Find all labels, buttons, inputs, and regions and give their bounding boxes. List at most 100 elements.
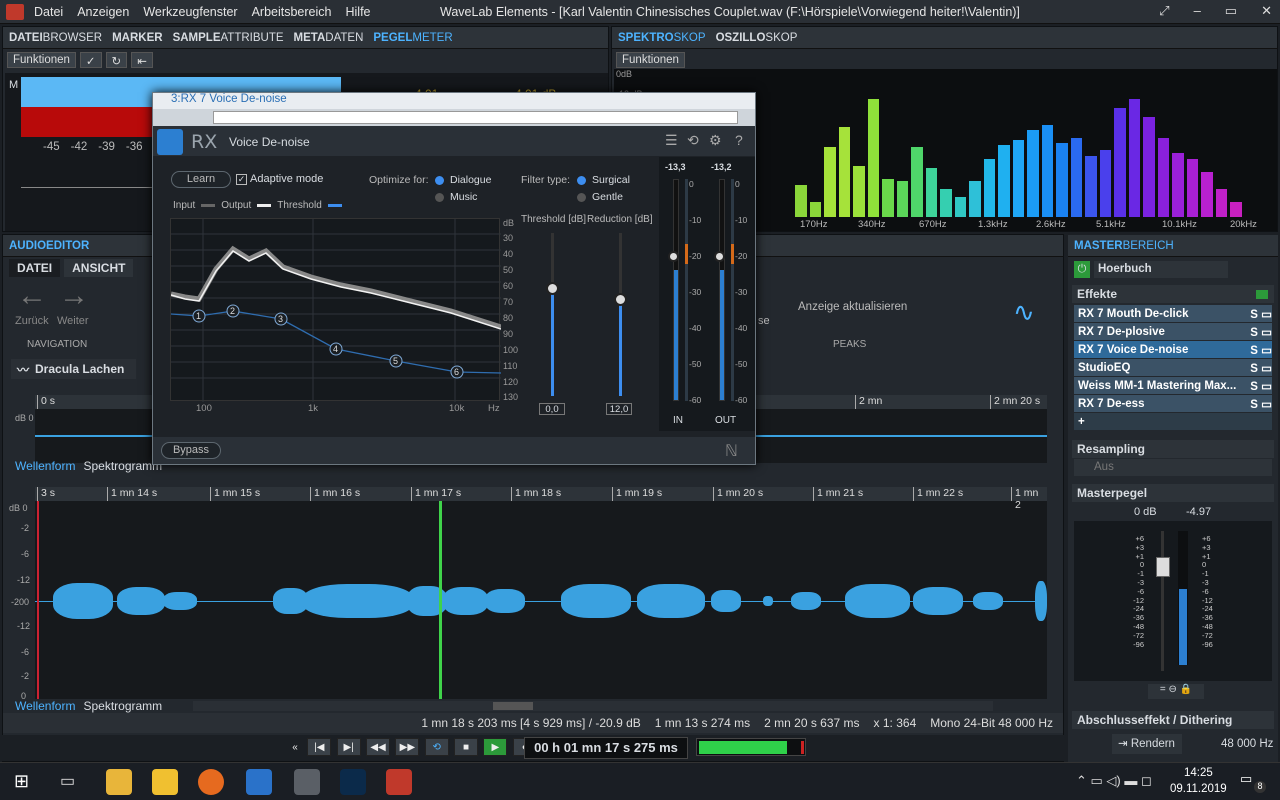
tab-spektrogramm-overview[interactable]: Spektrogramm — [83, 459, 162, 473]
tab-pegelmeter[interactable]: PEGELMETER — [373, 32, 452, 44]
reset-icon[interactable]: ⇤ — [131, 52, 153, 68]
rendern-button[interactable]: ⇥ Rendern — [1112, 734, 1182, 754]
forward-arrow-icon[interactable]: → — [59, 279, 89, 313]
tab-wellenform-overview[interactable]: Wellenform — [15, 459, 75, 473]
opt-music[interactable]: Music — [435, 191, 477, 203]
node-3[interactable]: 3 — [278, 314, 283, 324]
clock-app-icon[interactable] — [294, 769, 320, 795]
add-fx-button[interactable]: + — [1074, 413, 1272, 430]
out-gain-knob[interactable] — [714, 251, 725, 262]
threshold-knob[interactable] — [546, 282, 559, 295]
effekte-toggle-icon[interactable] — [1256, 289, 1268, 299]
minimize-icon[interactable]: – — [1194, 3, 1201, 19]
status-position[interactable]: 1 mn 18 s 203 ms [4 s 929 ms] / -20.9 dB — [421, 716, 640, 730]
in-gain-knob[interactable] — [668, 251, 679, 262]
menu-anzeigen[interactable]: Anzeigen — [77, 5, 129, 19]
resampling-value[interactable]: Aus — [1074, 459, 1272, 476]
master-channel-buttons[interactable]: = ⊖ 🔒 — [1148, 684, 1204, 699]
threshold-slider[interactable] — [546, 233, 559, 396]
reduction-knob[interactable] — [614, 293, 627, 306]
tab-marker[interactable]: MARKER — [112, 32, 162, 44]
reduction-slider[interactable] — [614, 233, 627, 396]
preset-name[interactable]: Hoerbuch — [1094, 261, 1228, 278]
tray-icons[interactable]: ⌃ ▭ ◁) ▬ ◻ — [1076, 773, 1152, 789]
history-icon[interactable]: ⟲ — [687, 132, 699, 149]
ribbon-tab-datei[interactable]: DATEI — [9, 259, 61, 277]
menu-hilfe[interactable]: Hilfe — [345, 5, 370, 19]
fast-forward-icon[interactable]: ▶▶ — [395, 738, 420, 756]
rewind-icon[interactable]: ◀◀ — [366, 738, 391, 756]
clock-time[interactable]: 14:25 — [1184, 767, 1213, 779]
play-icon[interactable]: ▶ — [483, 738, 508, 756]
check-icon[interactable]: ✓ — [79, 52, 102, 68]
status-format[interactable]: Mono 24-Bit 48 000 Hz — [930, 716, 1053, 730]
node-1[interactable]: 1 — [196, 311, 201, 321]
fx-slot[interactable]: RX 7 Mouth De-click S ▭ — [1074, 305, 1272, 322]
menu-werkzeugfenster[interactable]: Werkzeugfenster — [143, 5, 237, 19]
settings-icon[interactable]: ⚙ — [709, 132, 722, 149]
task-view-icon[interactable]: ▭ — [60, 771, 75, 791]
reduction-value[interactable]: 12,0 — [606, 403, 632, 415]
file-tab[interactable]: 〰 Dracula Lachen — [11, 359, 136, 379]
status-cursor[interactable]: 1 mn 13 s 274 ms — [655, 716, 750, 730]
tab-sampleattribute[interactable]: SAMPLEATTRIBUTE — [173, 32, 284, 44]
go-end-icon[interactable]: ▶| — [336, 738, 361, 756]
opt-dialogue[interactable]: Dialogue — [435, 174, 491, 186]
funktionen-button[interactable]: Funktionen — [7, 52, 76, 68]
adaptive-checkbox[interactable]: ✓ — [236, 173, 247, 185]
tab-wellenform[interactable]: Wellenform — [15, 699, 75, 713]
help-icon[interactable]: ? — [735, 132, 743, 148]
master-fader-knob[interactable] — [1156, 557, 1170, 577]
fx-slot[interactable]: StudioEQ S ▭ — [1074, 359, 1272, 376]
node-2[interactable]: 2 — [230, 306, 235, 316]
fx-slot[interactable]: Weiss MM-1 Mastering Max... S ▭ — [1074, 377, 1272, 394]
clock-date[interactable]: 09.11.2019 — [1170, 783, 1227, 795]
radio-gentle-icon[interactable] — [577, 192, 586, 202]
weiter-label[interactable]: Weiter — [57, 315, 89, 327]
radio-surgical-icon[interactable] — [577, 175, 586, 185]
master-power-icon[interactable]: ⏻ — [1074, 261, 1090, 278]
anzeige-aktualisieren-button[interactable]: Anzeige aktualisieren — [798, 301, 907, 313]
bypass-button[interactable]: Bypass — [161, 442, 221, 459]
wavelab-taskbar-icon[interactable] — [386, 769, 412, 795]
node-5[interactable]: 5 — [393, 356, 398, 366]
tab-spektroskop[interactable]: SPEKTROSKOP — [618, 32, 706, 44]
menu-arbeitsbereich[interactable]: Arbeitsbereich — [252, 5, 332, 19]
status-zoom[interactable]: x 1: 364 — [874, 716, 917, 730]
filter-surgical[interactable]: Surgical — [577, 174, 630, 186]
list-icon[interactable]: ☰ — [665, 132, 678, 149]
ribbon-tab-ansicht[interactable]: ANSICHT — [64, 259, 134, 277]
tab-oszilloskop[interactable]: OSZILLOSKOP — [716, 32, 798, 44]
fx-slot-selected[interactable]: RX 7 Voice De-noise S ▭ — [1074, 341, 1272, 358]
menu-datei[interactable]: Datei — [34, 5, 63, 19]
tab-metadaten[interactable]: METADATEN — [294, 32, 364, 44]
outlook-icon[interactable] — [246, 769, 272, 795]
photoshop-icon[interactable] — [340, 769, 366, 795]
tab-spektrogramm[interactable]: Spektrogramm — [83, 699, 162, 713]
playhead[interactable] — [439, 501, 442, 699]
main-waveform[interactable]: 3 s 1 mn 14 s 1 mn 15 s 1 mn 16 s 1 mn 1… — [35, 487, 1047, 699]
windows-start-icon[interactable]: ⊞ — [14, 771, 29, 792]
node-4[interactable]: 4 — [333, 344, 338, 354]
explorer-icon[interactable] — [106, 769, 132, 795]
adaptive-mode[interactable]: ✓ Adaptive mode — [236, 173, 323, 185]
status-length[interactable]: 2 mn 20 s 637 ms — [764, 716, 859, 730]
threshold-value[interactable]: 0,0 — [539, 403, 565, 415]
close-icon[interactable]: ✕ — [1261, 3, 1272, 19]
restore-icon[interactable]: ⤢ — [1159, 3, 1169, 19]
loop-icon[interactable]: ⟲ — [424, 738, 449, 756]
spectrum-graph[interactable]: 1 2 3 4 5 6 — [170, 218, 502, 402]
refresh-icon[interactable]: ↻ — [105, 52, 128, 68]
fx-slot[interactable]: RX 7 De-ess S ▭ — [1074, 395, 1272, 412]
preset-field[interactable] — [213, 111, 738, 124]
scrollbar-thumb[interactable] — [493, 702, 533, 710]
node-6[interactable]: 6 — [454, 367, 459, 377]
notification-icon[interactable]: ▭ — [1240, 771, 1252, 787]
zuruck-label[interactable]: Zurück — [15, 315, 49, 327]
learn-button[interactable]: Learn — [171, 171, 231, 188]
rewind-more-icon[interactable]: « — [288, 739, 302, 757]
back-arrow-icon[interactable]: ← — [17, 279, 47, 313]
filter-gentle[interactable]: Gentle — [577, 191, 623, 203]
maximize-icon[interactable]: ▭ — [1225, 3, 1237, 19]
time-display[interactable]: 00 h 01 mn 17 s 275 ms — [524, 737, 688, 759]
